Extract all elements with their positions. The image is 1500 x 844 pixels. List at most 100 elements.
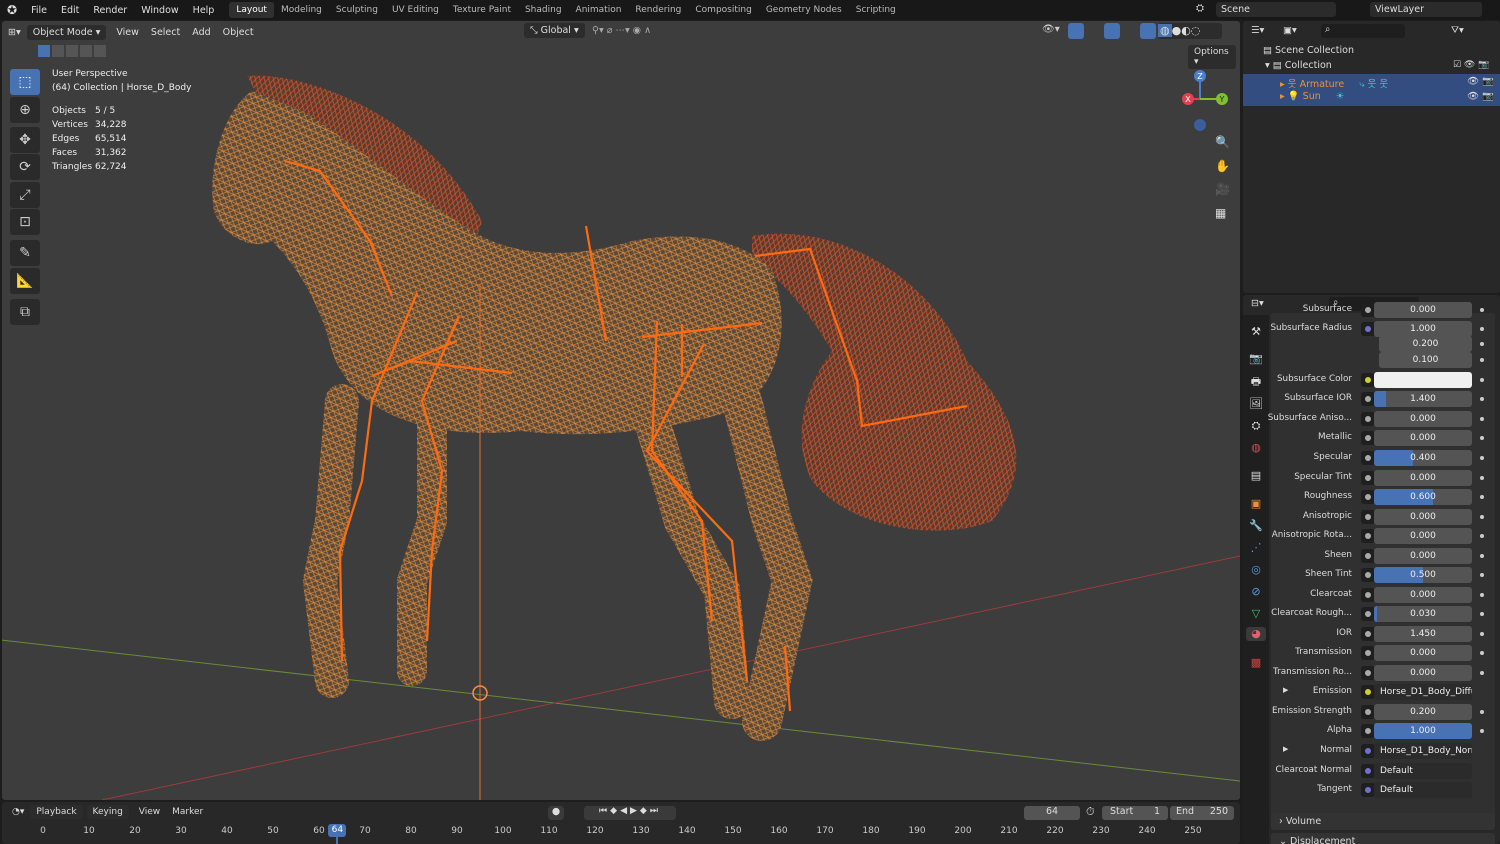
- scene-icon[interactable]: ⛭: [1196, 3, 1204, 14]
- keyframe-dot-icon[interactable]: [1480, 308, 1484, 312]
- overlay-toggle-button[interactable]: [1104, 23, 1120, 39]
- property-field[interactable]: 1.400: [1374, 391, 1472, 407]
- property-field[interactable]: 0.600: [1374, 489, 1472, 505]
- property-field[interactable]: 0.000: [1374, 430, 1472, 446]
- keyframe-dot-icon[interactable]: [1480, 358, 1484, 362]
- socket-link-button[interactable]: [1361, 303, 1375, 317]
- property-field[interactable]: 0.000: [1374, 665, 1472, 681]
- property-field[interactable]: 1.000: [1374, 723, 1472, 739]
- camera-view-icon[interactable]: 🎥: [1215, 182, 1230, 196]
- socket-link-button[interactable]: [1361, 451, 1375, 465]
- menu-window[interactable]: Window: [134, 5, 185, 16]
- viewport-menu-view[interactable]: View: [110, 25, 145, 40]
- scale-tool-icon[interactable]: ⤢: [10, 182, 40, 208]
- property-field[interactable]: Horse_D1_Body_Diffuse: [1374, 684, 1472, 700]
- property-field[interactable]: 0.100: [1379, 352, 1472, 368]
- socket-link-button[interactable]: [1361, 646, 1375, 660]
- sun-visibility-icons[interactable]: 👁 📷: [1467, 91, 1494, 102]
- perspective-grid-icon[interactable]: ▦: [1215, 206, 1226, 220]
- keyframe-dot-icon[interactable]: [1480, 573, 1484, 577]
- rotate-tool-icon[interactable]: ⟳: [10, 154, 40, 180]
- property-field[interactable]: Horse_D1_Body_Normal: [1374, 743, 1472, 759]
- xray-toggle-button[interactable]: [1140, 23, 1156, 39]
- property-field[interactable]: 0.500: [1374, 567, 1472, 583]
- cursor-tool-icon[interactable]: ⊕: [10, 97, 40, 123]
- keyframe-dot-icon[interactable]: [1480, 378, 1484, 382]
- workspace-tab-layout[interactable]: Layout: [229, 2, 274, 18]
- shading-mode-buttons[interactable]: ◍ ●◐◌: [1158, 23, 1222, 39]
- property-field[interactable]: 0.200: [1379, 336, 1472, 352]
- property-field[interactable]: 1.000: [1374, 321, 1472, 337]
- socket-link-button[interactable]: [1361, 549, 1375, 563]
- socket-link-button[interactable]: [1361, 705, 1375, 719]
- viewport-menu-add[interactable]: Add: [186, 25, 216, 40]
- socket-link-button[interactable]: [1361, 373, 1375, 387]
- property-field[interactable]: 0.000: [1374, 587, 1472, 603]
- socket-link-button[interactable]: [1361, 744, 1375, 758]
- transform-tool-icon[interactable]: ⊡: [10, 209, 40, 235]
- socket-link-button[interactable]: [1361, 471, 1375, 485]
- playhead-line[interactable]: [336, 836, 339, 844]
- workspace-tab-scripting[interactable]: Scripting: [849, 2, 903, 18]
- property-field[interactable]: 0.000: [1374, 302, 1472, 318]
- menu-file[interactable]: File: [24, 5, 54, 16]
- move-tool-icon[interactable]: ✥: [10, 127, 40, 153]
- socket-link-button[interactable]: [1361, 392, 1375, 406]
- annotate-tool-icon[interactable]: ✎: [10, 240, 40, 266]
- socket-link-button[interactable]: [1361, 431, 1375, 445]
- keyframe-dot-icon[interactable]: [1480, 327, 1484, 331]
- socket-link-button[interactable]: [1361, 588, 1375, 602]
- menu-help[interactable]: Help: [186, 5, 222, 16]
- workspace-tab-uv-editing[interactable]: UV Editing: [385, 2, 446, 18]
- armature-visibility-icons[interactable]: 👁 📷: [1467, 76, 1494, 87]
- socket-link-button[interactable]: [1361, 490, 1375, 504]
- viewport-menu-object[interactable]: Object: [217, 25, 260, 40]
- workspace-tab-texture-paint[interactable]: Texture Paint: [446, 2, 518, 18]
- blender-logo-icon[interactable]: ✪: [0, 3, 24, 17]
- keyframe-dot-icon[interactable]: [1480, 651, 1484, 655]
- property-field[interactable]: 0.000: [1374, 548, 1472, 564]
- expand-triangle-icon[interactable]: ▶: [1283, 745, 1288, 753]
- property-field[interactable]: 0.200: [1374, 704, 1472, 720]
- socket-link-button[interactable]: [1361, 510, 1375, 524]
- keyframe-dot-icon[interactable]: [1480, 436, 1484, 440]
- socket-link-button[interactable]: [1361, 322, 1375, 336]
- workspace-tab-sculpting[interactable]: Sculpting: [329, 2, 385, 18]
- 3d-viewport[interactable]: ⊞▾ Object Mode ▾ View Select Add Object ⤡ G…: [2, 21, 1240, 800]
- workspace-tab-shading[interactable]: Shading: [518, 2, 569, 18]
- display-mode-icon[interactable]: ▣▾: [1283, 25, 1297, 36]
- socket-link-button[interactable]: [1361, 627, 1375, 641]
- keyframe-dot-icon[interactable]: [1480, 397, 1484, 401]
- playhead-frame-badge[interactable]: 64: [328, 824, 347, 837]
- expand-triangle-icon[interactable]: ▶: [1283, 686, 1288, 694]
- editor-type-icon[interactable]: ⊞▾: [2, 25, 27, 40]
- workspace-tab-rendering[interactable]: Rendering: [628, 2, 688, 18]
- socket-link-button[interactable]: [1361, 724, 1375, 738]
- workspace-tab-compositing[interactable]: Compositing: [688, 2, 758, 18]
- property-field[interactable]: 0.000: [1374, 645, 1472, 661]
- keyframe-dot-icon[interactable]: [1480, 554, 1484, 558]
- selection-mode-buttons[interactable]: [38, 45, 106, 57]
- collection-visibility-icons[interactable]: ☑ 👁 📷: [1453, 60, 1489, 70]
- socket-link-button[interactable]: [1361, 529, 1375, 543]
- transform-orientation-dropdown[interactable]: ⤡ Global ▾: [524, 23, 585, 38]
- keyframe-dot-icon[interactable]: [1480, 671, 1484, 675]
- property-field[interactable]: 0.400: [1374, 450, 1472, 466]
- visibility-icon[interactable]: 👁▾: [1042, 24, 1060, 35]
- property-field[interactable]: Default: [1374, 763, 1472, 779]
- zoom-icon[interactable]: 🔍: [1215, 135, 1230, 149]
- property-field[interactable]: 0.030: [1374, 606, 1472, 622]
- property-field[interactable]: 0.000: [1374, 509, 1472, 525]
- socket-link-button[interactable]: [1361, 783, 1375, 797]
- keyframe-dot-icon[interactable]: [1480, 593, 1484, 597]
- view-layer-selector[interactable]: ViewLayer: [1370, 2, 1482, 17]
- scene-selector[interactable]: Scene: [1216, 2, 1336, 17]
- workspace-tab-animation[interactable]: Animation: [569, 2, 629, 18]
- keyframe-dot-icon[interactable]: [1480, 342, 1484, 346]
- select-box-tool-icon[interactable]: ⬚: [10, 69, 40, 95]
- panel-displacement[interactable]: ⌄ Displacement: [1271, 833, 1495, 844]
- pan-hand-icon[interactable]: ✋: [1215, 159, 1230, 173]
- socket-link-button[interactable]: [1361, 666, 1375, 680]
- keyframe-dot-icon[interactable]: [1480, 534, 1484, 538]
- color-swatch[interactable]: [1374, 372, 1472, 388]
